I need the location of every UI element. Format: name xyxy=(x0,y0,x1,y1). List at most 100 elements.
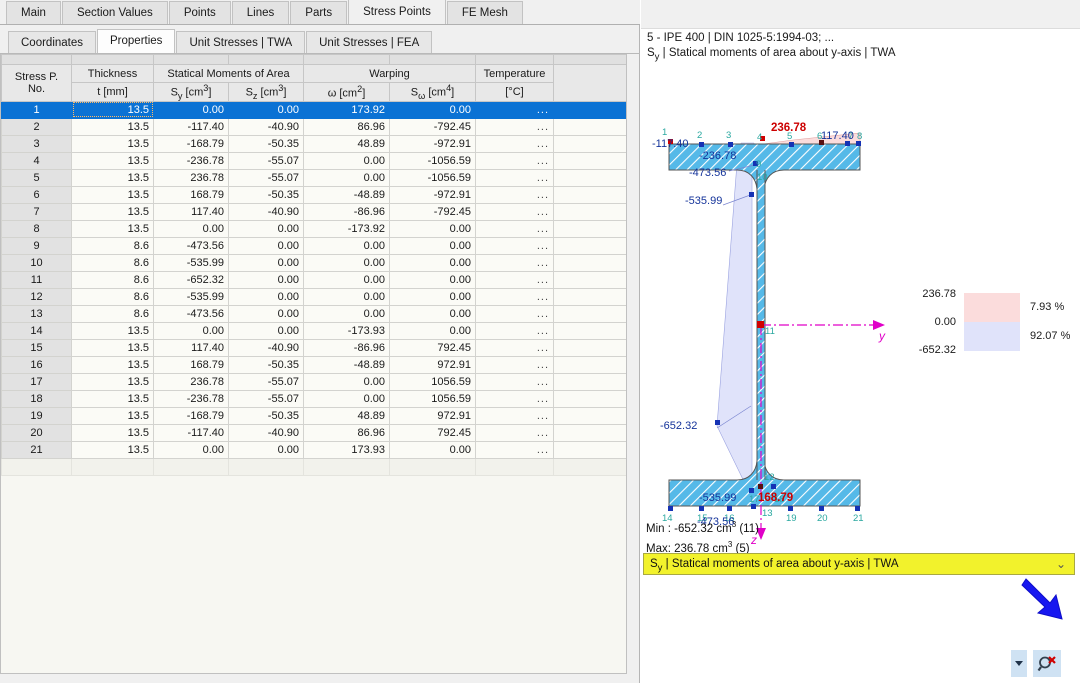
cell-w[interactable]: 0.00 xyxy=(304,237,390,254)
cell-w[interactable]: -86.96 xyxy=(304,203,390,220)
cell-temp[interactable]: ... xyxy=(476,169,554,186)
table-row[interactable]: 1613.5168.79-50.35-48.89972.91... xyxy=(2,356,628,373)
cell-empty[interactable] xyxy=(554,135,628,152)
cell-temp[interactable]: ... xyxy=(476,271,554,288)
stress-point-marker-5[interactable] xyxy=(789,142,794,147)
cell-temp[interactable]: ... xyxy=(476,288,554,305)
column-header-sz[interactable]: Sz [cm3] xyxy=(229,83,304,102)
cell-no[interactable]: 5 xyxy=(2,169,72,186)
tab-section-values[interactable]: Section Values xyxy=(62,1,168,24)
column-group-header-warping[interactable]: Warping xyxy=(304,65,476,83)
cell-w[interactable]: 173.92 xyxy=(304,101,390,118)
cell-sz[interactable]: -50.35 xyxy=(229,135,304,152)
cell-sz[interactable]: -55.07 xyxy=(229,390,304,407)
cell-sw[interactable]: 0.00 xyxy=(390,220,476,237)
cell-empty[interactable] xyxy=(554,373,628,390)
cell-sy[interactable]: 236.78 xyxy=(154,169,229,186)
table-row[interactable]: 2013.5-117.40-40.9086.96792.45... xyxy=(2,424,628,441)
tab-points[interactable]: Points xyxy=(169,1,231,24)
cell-empty[interactable] xyxy=(554,118,628,135)
cell-empty[interactable] xyxy=(554,339,628,356)
cell-temp[interactable]: ... xyxy=(476,305,554,322)
cell-sy[interactable]: 168.79 xyxy=(154,186,229,203)
cell-sz[interactable]: 0.00 xyxy=(229,237,304,254)
cell-sy[interactable]: -535.99 xyxy=(154,254,229,271)
table-row[interactable]: 813.50.000.00-173.920.00... xyxy=(2,220,628,237)
cell-sz[interactable]: 0.00 xyxy=(229,441,304,458)
cell-temp[interactable]: ... xyxy=(476,339,554,356)
cell-w[interactable]: 48.89 xyxy=(304,135,390,152)
cell-sz[interactable]: 0.00 xyxy=(229,288,304,305)
cell-t[interactable]: 8.6 xyxy=(72,305,154,322)
cell-t[interactable]: 13.5 xyxy=(72,322,154,339)
cell-temp[interactable]: ... xyxy=(476,407,554,424)
cell-sw[interactable]: -972.91 xyxy=(390,186,476,203)
cell-w[interactable]: 86.96 xyxy=(304,424,390,441)
cell-empty[interactable] xyxy=(554,407,628,424)
table-row[interactable]: 313.5-168.79-50.3548.89-972.91... xyxy=(2,135,628,152)
cell-temp[interactable]: ... xyxy=(476,220,554,237)
column-header-temperature-unit[interactable]: [°C] xyxy=(476,83,554,102)
cell-sw[interactable]: 1056.59 xyxy=(390,390,476,407)
cross-section-diagram[interactable]: 1 2 3 4 5 6 7 8 9 10 11 12 13 14 15 16 1… xyxy=(641,68,1080,573)
cell-sy[interactable]: 0.00 xyxy=(154,220,229,237)
cell-sw[interactable]: 0.00 xyxy=(390,101,476,118)
cell-t[interactable]: 13.5 xyxy=(72,186,154,203)
cell-sz[interactable]: -40.90 xyxy=(229,118,304,135)
table-row[interactable]: 713.5117.40-40.90-86.96-792.45... xyxy=(2,203,628,220)
cell-w[interactable]: 48.89 xyxy=(304,407,390,424)
tab-main[interactable]: Main xyxy=(6,1,61,24)
cell-no[interactable]: 4 xyxy=(2,152,72,169)
cell-empty[interactable] xyxy=(554,203,628,220)
cell-sw[interactable]: 972.91 xyxy=(390,356,476,373)
cell-no[interactable]: 18 xyxy=(2,390,72,407)
cell-w[interactable]: 86.96 xyxy=(304,118,390,135)
cell-sz[interactable]: 0.00 xyxy=(229,271,304,288)
cell-sw[interactable]: 0.00 xyxy=(390,322,476,339)
cell-t[interactable]: 13.5 xyxy=(72,152,154,169)
cell-sw[interactable]: 792.45 xyxy=(390,424,476,441)
subtab-unit-stresses-fea[interactable]: Unit Stresses | FEA xyxy=(306,31,432,53)
cell-sw[interactable]: 0.00 xyxy=(390,441,476,458)
cell-sz[interactable]: -40.90 xyxy=(229,203,304,220)
cell-sw[interactable]: -792.45 xyxy=(390,118,476,135)
cell-sw[interactable]: 0.00 xyxy=(390,271,476,288)
cell-temp[interactable]: ... xyxy=(476,135,554,152)
column-header-stress-point-no[interactable]: Stress P. No. xyxy=(2,65,72,102)
cell-t[interactable]: 13.5 xyxy=(72,373,154,390)
cell-empty[interactable] xyxy=(554,322,628,339)
cell-sy[interactable]: -236.78 xyxy=(154,390,229,407)
cell-w[interactable]: -173.93 xyxy=(304,322,390,339)
cell-t[interactable]: 13.5 xyxy=(72,220,154,237)
cell-w[interactable]: 0.00 xyxy=(304,152,390,169)
cell-sz[interactable]: -50.35 xyxy=(229,407,304,424)
cell-no[interactable]: 14 xyxy=(2,322,72,339)
column-header-sy[interactable]: Sy [cm3] xyxy=(154,83,229,102)
cell-no[interactable]: 15 xyxy=(2,339,72,356)
cell-temp[interactable]: ... xyxy=(476,186,554,203)
stress-point-marker-20[interactable] xyxy=(819,506,824,511)
cell-temp[interactable]: ... xyxy=(476,254,554,271)
cell-empty[interactable] xyxy=(554,271,628,288)
stress-point-marker-19[interactable] xyxy=(788,506,793,511)
cell-sz[interactable]: -55.07 xyxy=(229,169,304,186)
cell-t[interactable]: 13.5 xyxy=(72,203,154,220)
stress-point-marker-16[interactable] xyxy=(727,506,732,511)
stress-point-marker-2[interactable] xyxy=(699,142,704,147)
table-row[interactable]: 118.6-652.320.000.000.00... xyxy=(2,271,628,288)
stress-point-marker-15[interactable] xyxy=(699,506,704,511)
chevron-down-icon[interactable]: ⌄ xyxy=(1056,554,1066,574)
cell-empty[interactable] xyxy=(554,288,628,305)
cell-sy[interactable]: 168.79 xyxy=(154,356,229,373)
cell-no[interactable]: 1 xyxy=(2,101,72,118)
cell-sz[interactable]: 0.00 xyxy=(229,322,304,339)
cell-t[interactable]: 8.6 xyxy=(72,237,154,254)
table-row[interactable]: 1813.5-236.78-55.070.001056.59... xyxy=(2,390,628,407)
cell-no[interactable]: 3 xyxy=(2,135,72,152)
cell-temp[interactable]: ... xyxy=(476,152,554,169)
cell-empty[interactable] xyxy=(554,101,628,118)
cell-empty[interactable] xyxy=(554,441,628,458)
cell-no[interactable]: 2 xyxy=(2,118,72,135)
table-row[interactable]: 1913.5-168.79-50.3548.89972.91... xyxy=(2,407,628,424)
cell-t[interactable]: 13.5 xyxy=(72,390,154,407)
